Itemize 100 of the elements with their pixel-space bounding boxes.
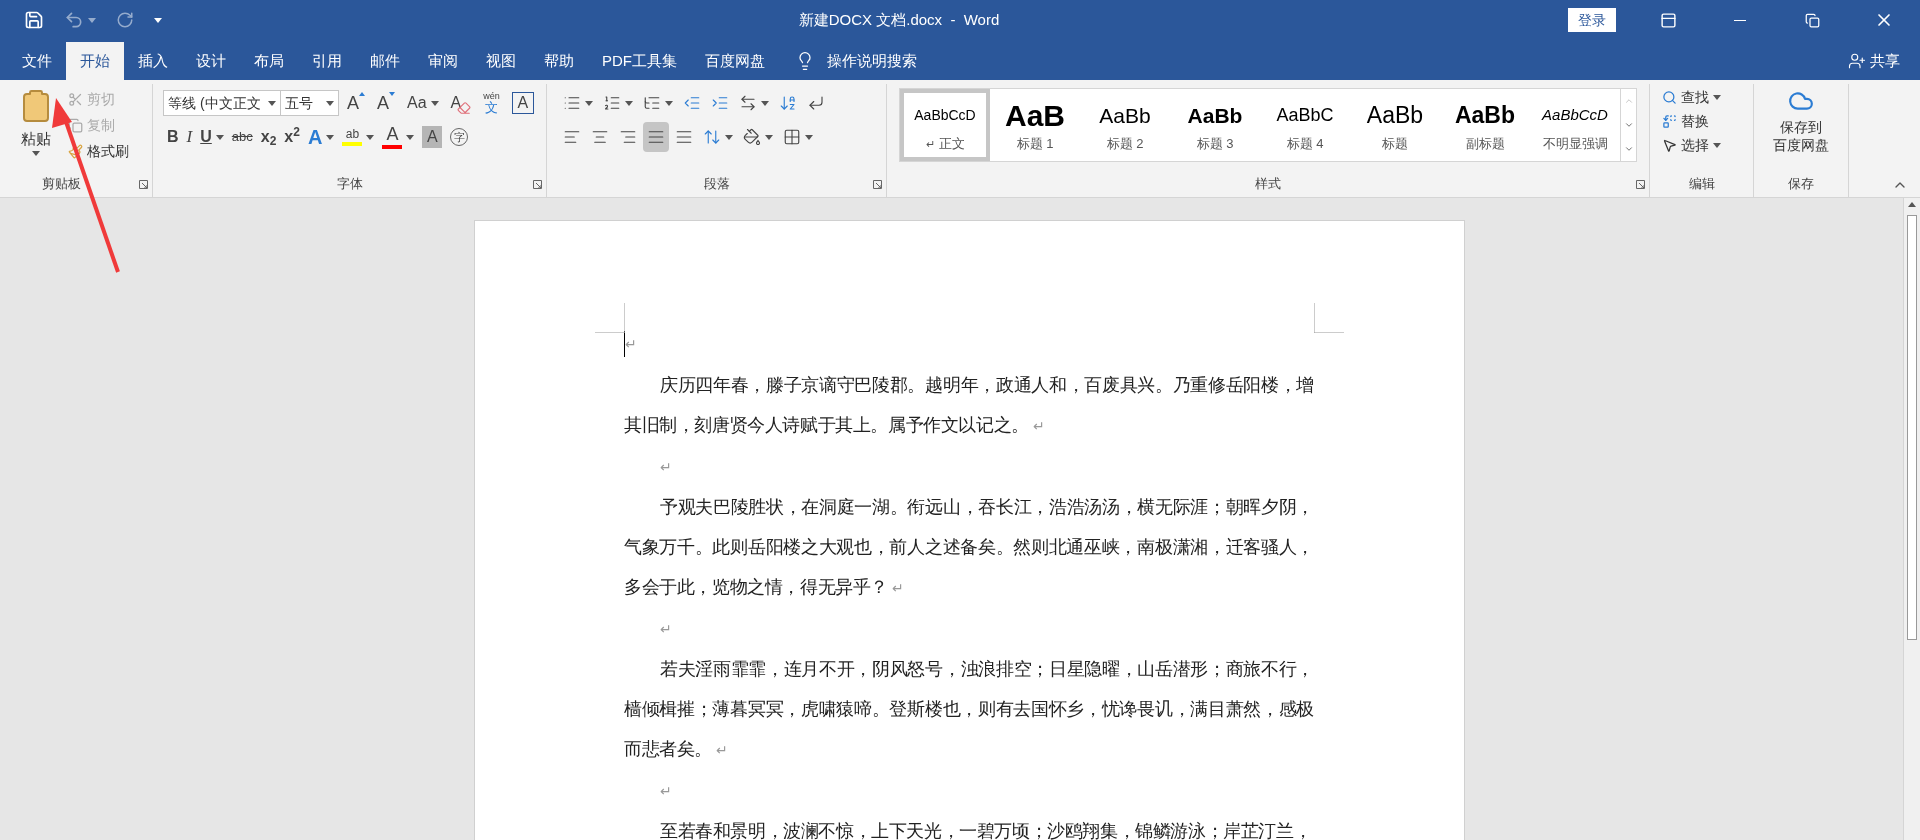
- style-item[interactable]: AaBb 副标题: [1440, 89, 1530, 161]
- find-button[interactable]: 查找: [1662, 86, 1721, 108]
- gallery-scrollbar[interactable]: [1621, 88, 1637, 162]
- caret-icon: [326, 100, 334, 106]
- ribbon-tab[interactable]: 视图: [472, 42, 530, 80]
- font-format-button[interactable]: A: [343, 88, 369, 118]
- caret-icon: [154, 17, 162, 23]
- align-right-icon: [619, 128, 637, 146]
- style-item[interactable]: AaBb 标题 2: [1080, 89, 1170, 161]
- panel-icon: [1659, 11, 1677, 29]
- font-name-dropdown[interactable]: 等线 (中文正文: [163, 90, 281, 116]
- group-label: 保存: [1788, 175, 1814, 194]
- style-item[interactable]: AaBbCcD ↵ 正文: [900, 89, 990, 161]
- triangle-icon: [389, 91, 396, 96]
- scissors-icon: [68, 91, 83, 107]
- ribbon-tab[interactable]: 文件: [8, 42, 66, 80]
- restore-icon: [1804, 12, 1820, 28]
- undo-icon[interactable]: [64, 10, 84, 30]
- align-center-icon: [591, 128, 609, 146]
- caret-icon: [1713, 94, 1721, 100]
- replace-button[interactable]: 替换: [1662, 110, 1721, 132]
- search-icon: [1662, 89, 1677, 105]
- style-item[interactable]: AaBbC 标题 4: [1260, 89, 1350, 161]
- paintbrush-icon: [68, 143, 83, 159]
- corner-mark: [595, 303, 625, 333]
- font-format-button[interactable]: x$^{2}$: [280, 122, 304, 152]
- group-label: 段落: [703, 175, 730, 194]
- style-item[interactable]: AaB 标题 1: [990, 89, 1080, 161]
- login-button[interactable]: 登录: [1568, 8, 1616, 32]
- style-item[interactable]: AaBb 标题 3: [1170, 89, 1260, 161]
- scroll-up-icon[interactable]: [1908, 202, 1916, 207]
- tell-me-search[interactable]: 操作说明搜索: [795, 42, 917, 80]
- font-format-button[interactable]: 字: [446, 122, 473, 152]
- chevron-down-icon: [1623, 144, 1634, 154]
- ribbon-tab[interactable]: 邮件: [356, 42, 414, 80]
- font-format-button[interactable]: abc: [227, 122, 257, 152]
- ribbon-tab[interactable]: 插入: [124, 42, 182, 80]
- align-justify-icon: [647, 128, 665, 146]
- vertical-scrollbar[interactable]: [1903, 198, 1920, 840]
- font-format-button[interactable]: x$_{2}$: [256, 122, 281, 152]
- font-format-button[interactable]: wén 文: [479, 88, 504, 118]
- paragraph-mark: ↵: [660, 619, 672, 639]
- align-justify-button[interactable]: [643, 122, 669, 152]
- outdent-icon: [683, 94, 701, 112]
- font-format-button[interactable]: I: [182, 122, 197, 152]
- ribbon-tab[interactable]: 开始: [66, 42, 124, 80]
- indent-icon: [711, 94, 729, 112]
- caret-icon: [32, 150, 40, 156]
- dialog-launcher-icon[interactable]: [533, 180, 542, 189]
- font-format-button[interactable]: Aa: [403, 88, 443, 118]
- style-item[interactable]: AaBbCcD 不明显强调: [1530, 89, 1620, 161]
- ribbon-tab[interactable]: 设计: [182, 42, 240, 80]
- body-paragraph: 予观夫巴陵胜状，在洞庭一湖。衔远山，吞长江，浩浩汤汤，横无际涯；朝晖夕阴，气象万千。此则岳阳楼之大观也，前人之述备矣。然则北通巫峡，南极潇湘，迁客骚人，多会于此，览物之情，得无异乎？ ↵: [624, 496, 1314, 599]
- select-button[interactable]: 选择: [1662, 134, 1721, 156]
- font-size-dropdown[interactable]: 五号: [281, 90, 339, 116]
- scrollbar-thumb[interactable]: [1907, 215, 1917, 640]
- font-format-button[interactable]: A: [378, 122, 419, 152]
- chevron-down-icon: [1623, 120, 1634, 130]
- borders-icon: [783, 128, 801, 146]
- font-format-button[interactable]: B: [163, 122, 183, 152]
- ribbon-tab[interactable]: 审阅: [414, 42, 472, 80]
- align-left-icon: [563, 128, 581, 146]
- font-format-button[interactable]: A: [303, 122, 339, 152]
- body-paragraph: 若夫淫雨霏霏，连月不开，阴风怒号，浊浪排空；日星隐曜，山岳潜形；商旅不行，樯倾楫摧；薄暮冥冥，虎啸猿啼。登斯楼也，则有去国怀乡，忧谗畏讥，满目萧然，感极而悲者矣。 ↵: [624, 658, 1314, 761]
- font-format-button[interactable]: A: [446, 88, 476, 118]
- paste-button[interactable]: 粘贴: [16, 88, 56, 171]
- body-paragraph: 至若春和景明，波澜不惊，上下天光，一碧万顷；沙鸥翔集，锦鳞游泳；岸芷汀兰，: [659, 820, 1313, 840]
- paint-bucket-icon: [743, 128, 761, 146]
- return-arrow-icon: [807, 94, 825, 112]
- font-format-button[interactable]: ab: [338, 122, 379, 152]
- group-label: 剪贴板: [41, 175, 81, 194]
- dialog-launcher-icon[interactable]: [1636, 180, 1645, 189]
- font-format-button[interactable]: U: [196, 122, 228, 152]
- caret-icon: [1713, 142, 1721, 148]
- ribbon-tab[interactable]: 布局: [240, 42, 298, 80]
- window-title: 新建DOCX 文档.docx - Word: [798, 9, 1000, 30]
- corner-mark: [1314, 303, 1344, 333]
- distributed-icon: [675, 128, 693, 146]
- paragraph-mark: ↵: [660, 457, 672, 477]
- save-to-cloud-button[interactable]: 保存到 百度网盘: [1754, 84, 1848, 171]
- multilevel-list-icon: [643, 94, 661, 112]
- save-icon[interactable]: [24, 10, 44, 30]
- ribbon-tab[interactable]: 帮助: [530, 42, 588, 80]
- user-plus-icon: [1848, 52, 1866, 70]
- minimize-icon: [1734, 19, 1746, 21]
- dialog-launcher-icon[interactable]: [873, 180, 882, 189]
- line-spacing-icon: [703, 128, 721, 146]
- ribbon-tab[interactable]: 引用: [298, 42, 356, 80]
- group-label: 样式: [1255, 175, 1281, 194]
- caret-icon: [88, 17, 96, 23]
- ribbon-tab[interactable]: PDF工具集: [588, 42, 691, 80]
- copy-icon: [68, 117, 83, 133]
- format-painter-button[interactable]: 格式刷: [68, 140, 129, 162]
- text-cursor: [624, 331, 625, 357]
- ribbon-tab[interactable]: 百度网盘: [691, 42, 779, 80]
- style-item[interactable]: AaBb 标题: [1350, 89, 1440, 161]
- caret-icon: [268, 100, 276, 106]
- font-format-button[interactable]: A: [373, 88, 400, 118]
- share-button[interactable]: 共享: [1848, 42, 1900, 80]
- dialog-launcher-icon[interactable]: [139, 180, 148, 189]
